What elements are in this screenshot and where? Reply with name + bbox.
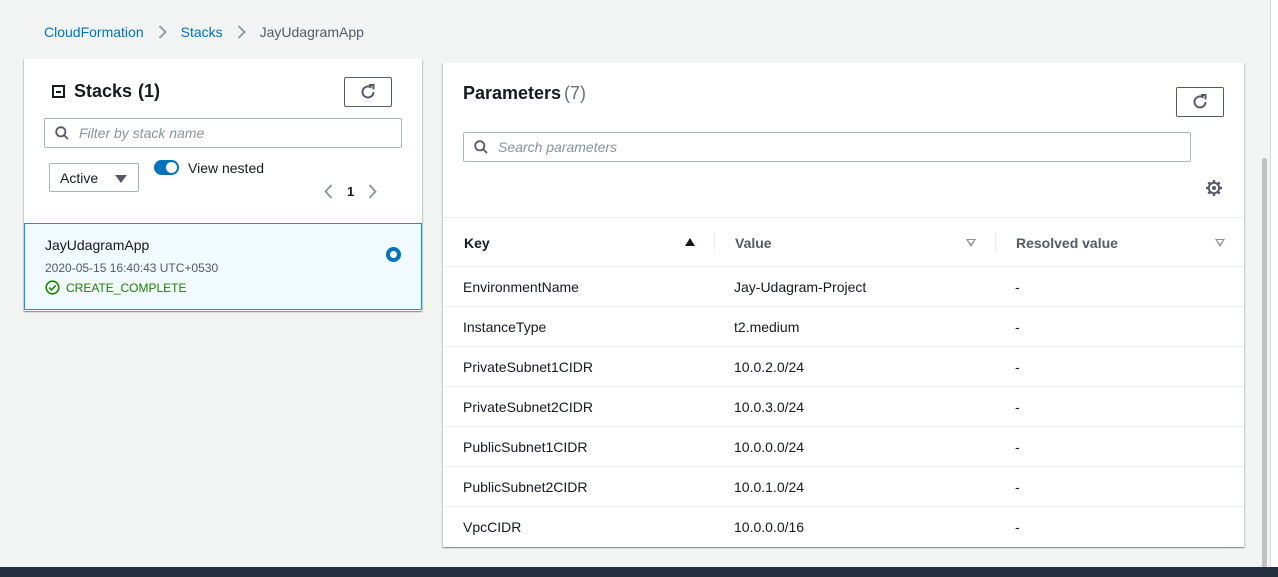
table-row: InstanceType t2.medium - xyxy=(443,307,1244,347)
parameters-table: Key Value Resolved value EnvironmentName… xyxy=(443,217,1244,547)
param-key: PublicSubnet2CIDR xyxy=(463,479,588,495)
param-key: PublicSubnet1CIDR xyxy=(463,439,588,455)
scrollbar-thumb[interactable] xyxy=(1262,158,1267,568)
param-value: 10.0.3.0/24 xyxy=(734,399,805,415)
window-edge xyxy=(1270,0,1278,567)
param-resolved: - xyxy=(1015,519,1020,535)
view-nested-toggle[interactable] xyxy=(154,160,179,175)
status-filter-select[interactable]: Active xyxy=(49,163,139,192)
param-resolved: - xyxy=(1015,279,1020,295)
stack-status: CREATE_COMPLETE xyxy=(45,280,186,295)
column-header-resolved-value[interactable]: Resolved value xyxy=(1016,235,1118,251)
caret-down-icon xyxy=(115,175,127,183)
table-row: PrivateSubnet1CIDR 10.0.2.0/24 - xyxy=(443,347,1244,387)
stacks-refresh-button[interactable] xyxy=(344,77,392,107)
param-resolved: - xyxy=(1015,399,1020,415)
parameters-search-field[interactable] xyxy=(463,132,1191,162)
stack-name[interactable]: JayUdagramApp xyxy=(45,237,149,253)
chevron-right-icon[interactable] xyxy=(368,184,377,199)
collapse-icon[interactable] xyxy=(52,85,65,98)
column-header-value[interactable]: Value xyxy=(735,235,772,251)
console-footer xyxy=(0,567,1278,577)
stacks-title: Stacks xyxy=(74,81,133,101)
param-value: 10.0.2.0/24 xyxy=(734,359,805,375)
param-value: 10.0.0.0/24 xyxy=(734,439,805,455)
table-row: PublicSubnet1CIDR 10.0.0.0/24 - xyxy=(443,427,1244,467)
table-header: Key Value Resolved value xyxy=(443,217,1244,267)
search-icon xyxy=(55,126,69,140)
stack-select-radio[interactable] xyxy=(386,247,401,262)
parameters-refresh-button[interactable] xyxy=(1176,87,1224,117)
sort-ascending-icon[interactable] xyxy=(685,238,695,246)
chevron-right-icon xyxy=(158,25,167,39)
param-value: t2.medium xyxy=(734,319,800,335)
stacks-pagination: 1 xyxy=(324,184,377,199)
search-icon xyxy=(474,140,488,154)
param-value: 10.0.0.0/16 xyxy=(734,519,805,535)
chevron-left-icon[interactable] xyxy=(324,184,333,199)
table-row: PublicSubnet2CIDR 10.0.1.0/24 - xyxy=(443,467,1244,507)
breadcrumb-stacks[interactable]: Stacks xyxy=(181,24,223,40)
table-row: EnvironmentName Jay-Udagram-Project - xyxy=(443,267,1244,307)
param-key: PrivateSubnet1CIDR xyxy=(463,359,593,375)
stack-status-text: CREATE_COMPLETE xyxy=(66,280,187,295)
breadcrumb: CloudFormation Stacks JayUdagramApp xyxy=(44,24,364,40)
stack-filter-input[interactable] xyxy=(79,125,374,141)
column-divider[interactable] xyxy=(995,232,996,252)
stacks-title-row: Stacks (1) xyxy=(52,81,160,102)
parameters-title: Parameters xyxy=(463,83,562,103)
breadcrumb-cloudformation[interactable]: CloudFormation xyxy=(44,24,144,40)
status-filter-value: Active xyxy=(60,169,99,186)
chevron-right-icon xyxy=(237,25,246,39)
param-key: EnvironmentName xyxy=(463,279,579,295)
column-divider[interactable] xyxy=(714,232,715,252)
param-resolved: - xyxy=(1015,319,1020,335)
param-key: PrivateSubnet2CIDR xyxy=(463,399,593,415)
parameters-count: (7) xyxy=(564,83,586,103)
settings-gear-icon[interactable] xyxy=(1205,179,1223,202)
param-resolved: - xyxy=(1015,359,1020,375)
view-nested-label: View nested xyxy=(188,160,265,176)
breadcrumb-current: JayUdagramApp xyxy=(259,24,364,40)
parameters-search-input[interactable] xyxy=(498,139,1107,155)
page-number[interactable]: 1 xyxy=(347,184,354,199)
table-row: PrivateSubnet2CIDR 10.0.3.0/24 - xyxy=(443,387,1244,427)
sort-descending-icon[interactable] xyxy=(1215,239,1225,247)
param-key: VpcCIDR xyxy=(463,519,522,535)
refresh-icon xyxy=(1193,94,1207,109)
stacks-count: (1) xyxy=(138,81,161,101)
param-value: Jay-Udagram-Project xyxy=(734,279,867,295)
refresh-icon xyxy=(361,84,375,99)
sort-descending-icon[interactable] xyxy=(966,239,976,247)
column-header-key[interactable]: Key xyxy=(464,235,490,251)
parameters-panel: Parameters (7) Key Value Resolved va xyxy=(443,63,1244,547)
table-row: VpcCIDR 10.0.0.0/16 - xyxy=(443,507,1244,547)
param-value: 10.0.1.0/24 xyxy=(734,479,805,495)
stack-list-item[interactable]: JayUdagramApp 2020-05-15 16:40:43 UTC+05… xyxy=(24,223,422,310)
param-resolved: - xyxy=(1015,439,1020,455)
stack-filter-field[interactable] xyxy=(44,118,402,148)
param-key: InstanceType xyxy=(463,319,547,335)
stack-created-time: 2020-05-15 16:40:43 UTC+0530 xyxy=(45,261,219,275)
check-circle-icon xyxy=(45,280,60,295)
param-resolved: - xyxy=(1015,479,1020,495)
